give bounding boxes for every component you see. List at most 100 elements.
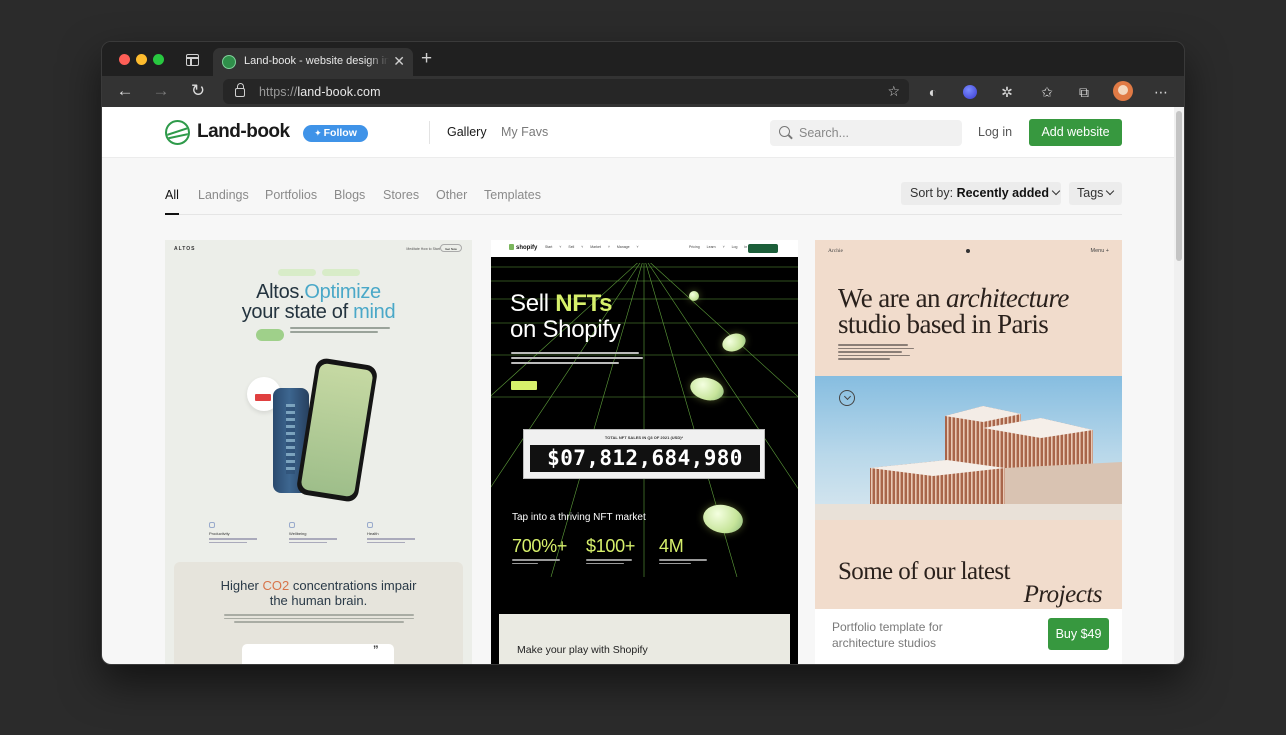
stat-value: 4M <box>659 536 684 556</box>
quote-mark-icon: ” <box>373 644 379 656</box>
active-filter-underline <box>165 213 179 215</box>
back-arrow-icon[interactable]: ← <box>114 81 136 103</box>
altos-headline: Altos.Optimize your state of mind <box>241 281 396 323</box>
active-tab[interactable]: Land-book - website design inspiration ✕ <box>213 48 413 76</box>
tags-label: Tags <box>1077 186 1104 200</box>
stat-note <box>659 559 714 566</box>
archie-latest-heading: Some of our latest <box>838 558 1010 585</box>
shopify-nav-right-links: Pricing Learn ˅ Log in <box>689 245 748 249</box>
altos-pill <box>322 269 360 276</box>
close-window-button[interactable] <box>119 54 130 65</box>
architecture-photo <box>815 376 1122 520</box>
filter-templates[interactable]: Templates <box>484 188 541 202</box>
more-menu-icon[interactable]: ⋯ <box>1152 83 1170 101</box>
gallery-card-altos[interactable]: ALTOS Meditate How to Start Get Now Alto… <box>165 240 472 664</box>
browser-window: Land-book - website design inspiration ✕… <box>101 41 1185 665</box>
shopify-apply-button <box>511 381 537 390</box>
lock-icon[interactable] <box>235 83 245 97</box>
filter-other[interactable]: Other <box>436 188 467 202</box>
shopify-nav: shopify Start ˅ Sell ˅ Market ˅ Manage ˅… <box>491 240 798 257</box>
add-website-button[interactable]: Add website <box>1029 119 1122 146</box>
tab-actions-icon[interactable] <box>186 54 199 66</box>
buy-button[interactable]: Buy $49 <box>1048 618 1109 650</box>
add-favorite-star-icon[interactable]: ☆ <box>887 83 900 100</box>
scrollbar-thumb[interactable] <box>1176 111 1182 261</box>
filter-stores[interactable]: Stores <box>383 188 419 202</box>
scroll-down-arrow-icon <box>839 390 855 406</box>
altos-subtext <box>290 327 410 337</box>
page-scrollbar[interactable] <box>1174 107 1184 664</box>
address-bar[interactable]: https://land-book.com ☆ <box>223 79 909 104</box>
sort-dropdown[interactable]: Sort by: Recently added <box>901 182 1061 205</box>
nft-coin-icon <box>689 291 699 301</box>
archie-nav-dot-icon <box>966 249 970 253</box>
shopify-nav-links: Start ˅ Sell ˅ Market ˅ Manage ˅ <box>545 245 639 249</box>
land-book-favicon-icon <box>222 55 236 69</box>
stat-note <box>512 559 567 566</box>
close-tab-icon[interactable]: ✕ <box>393 54 405 68</box>
altos-cta-pill <box>256 329 284 341</box>
market-title: Tap into a thriving NFT market <box>512 512 646 523</box>
shopify-headline: Sell NFTs on Shopify <box>510 290 621 343</box>
browser-essentials-icon[interactable]: ◐ <box>924 83 942 101</box>
building-illustration <box>815 406 1122 520</box>
tags-dropdown[interactable]: Tags <box>1069 182 1122 205</box>
altos-co2-title: Higher CO2 concentrations impair the hum… <box>220 578 417 608</box>
altos-quote-card: ” <box>242 644 394 664</box>
login-link[interactable]: Log in <box>978 125 1012 139</box>
gallery-card-shopify[interactable]: shopify Start ˅ Sell ˅ Market ˅ Manage ˅… <box>491 240 798 664</box>
tab-title: Land-book - website design inspiration <box>244 55 389 67</box>
minimize-window-button[interactable] <box>136 54 147 65</box>
altos-co2-body <box>224 614 414 625</box>
card-footer: Portfolio template for architecture stud… <box>815 609 1122 664</box>
page-viewport: Land-book ✦Follow Gallery My Favs Log in… <box>102 107 1176 664</box>
profile-avatar[interactable] <box>1113 81 1133 101</box>
shopify-logo: shopify <box>509 244 537 251</box>
filter-blogs[interactable]: Blogs <box>334 188 365 202</box>
filter-landings[interactable]: Landings <box>198 188 249 202</box>
sort-label: Sort by: <box>910 186 954 200</box>
productivity-icon <box>209 522 215 528</box>
filter-all[interactable]: All <box>165 188 179 202</box>
card-caption: Portfolio template for architecture stud… <box>832 620 943 650</box>
new-tab-plus-icon[interactable]: + <box>421 49 432 68</box>
browser-toolbar: ← → ↻ https://land-book.com ☆ ◐ ✲ ✩ ⧉ ⋯ <box>102 76 1184 107</box>
maximize-window-button[interactable] <box>153 54 164 65</box>
altos-nav-links: Meditate How to Start <box>406 247 440 251</box>
filter-portfolios[interactable]: Portfolios <box>265 188 317 202</box>
shopify-start-trial-button <box>748 244 778 253</box>
forward-arrow-icon[interactable]: → <box>150 81 172 103</box>
reload-icon[interactable]: ↻ <box>187 81 209 103</box>
favorites-star-icon[interactable]: ✩ <box>1038 83 1056 101</box>
archie-logo: Archie <box>828 248 843 254</box>
shopify-bottom-section: Make your play with Shopify <box>499 614 790 664</box>
collections-icon[interactable]: ⧉ <box>1075 83 1093 101</box>
archie-description <box>838 344 914 362</box>
twitter-follow-button[interactable]: ✦ Follow <box>303 125 368 142</box>
nft-sales-counter: TOTAL NFT SALES IN Q3 OF 2021 (USD)* $07… <box>523 429 765 479</box>
stat-value: 700%+ <box>512 536 568 556</box>
site-logo[interactable]: Land-book <box>197 121 290 143</box>
nav-gallery-link[interactable]: Gallery <box>447 125 487 139</box>
archie-menu-link: Menu + <box>1090 248 1110 254</box>
filter-divider <box>165 214 1122 215</box>
feature-item: Productivity <box>209 522 269 543</box>
altos-nav-button: Get Now <box>440 244 462 252</box>
counter-label: TOTAL NFT SALES IN Q3 OF 2021 (USD)* <box>604 435 684 440</box>
extensions-puzzle-icon[interactable]: ✲ <box>998 83 1016 101</box>
altos-co2-section: Higher CO2 concentrations impair the hum… <box>174 562 463 664</box>
archie-projects-heading: Projects <box>1023 581 1103 608</box>
twitter-bird-icon: ✦ <box>314 128 322 138</box>
archie-headline: We are an architecture studio based in P… <box>838 283 1069 339</box>
header-divider <box>429 121 430 144</box>
feature-item: Health <box>367 522 427 543</box>
gallery-card-archie[interactable]: Archie Menu + We are an architecture stu… <box>815 240 1122 664</box>
url-text[interactable]: https://land-book.com <box>259 85 381 99</box>
nav-my-favs-link[interactable]: My Favs <box>501 125 548 139</box>
search-icon <box>779 126 790 137</box>
search-input[interactable] <box>770 120 962 146</box>
health-icon <box>367 522 373 528</box>
wellbeing-icon <box>289 522 295 528</box>
copilot-icon[interactable] <box>963 85 977 99</box>
land-book-logo-icon[interactable] <box>165 120 190 145</box>
